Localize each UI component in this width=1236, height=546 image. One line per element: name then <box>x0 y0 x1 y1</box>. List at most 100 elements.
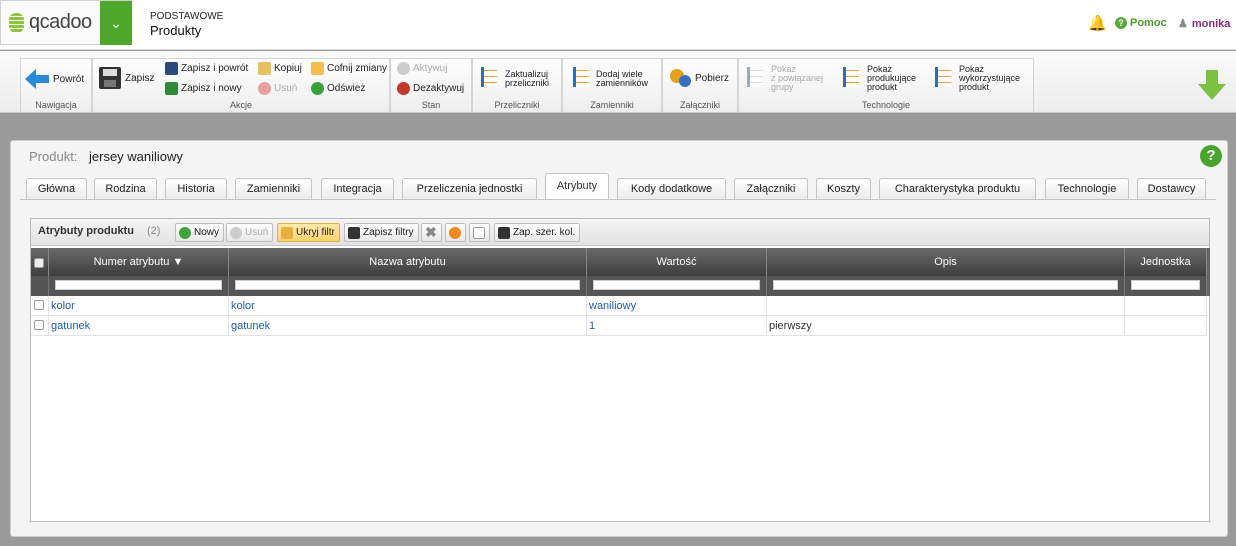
grid-title: Atrybuty produktu <box>38 225 134 237</box>
filter-cell <box>767 276 1125 296</box>
activate-button[interactable]: Aktywuj <box>397 62 447 75</box>
panel-title-value: jersey waniliowy <box>89 149 183 164</box>
filter-input-description[interactable] <box>773 280 1118 290</box>
table-cell[interactable]: gatunek <box>229 316 587 336</box>
refresh-button[interactable]: Odśwież <box>311 82 365 95</box>
add-substitutes-button[interactable]: Dodaj wiele zamienników <box>596 70 648 88</box>
gears-icon <box>670 69 691 87</box>
document-list-icon <box>481 67 497 87</box>
column-header-number[interactable]: Numer atrybutu ▼ <box>49 248 229 276</box>
show-using-button[interactable]: Pokaż wykorzystujące produkt <box>959 65 1020 92</box>
clear-filters-button[interactable]: ✖ <box>421 223 442 242</box>
save-and-new-button[interactable]: Zapisz i nowy <box>165 82 242 95</box>
table-cell[interactable]: gatunek <box>49 316 229 336</box>
show-group-button[interactable]: Pokaż z powiązanej grupy <box>771 65 823 92</box>
filter-cell <box>1125 276 1207 296</box>
user-icon: ♟ <box>1178 18 1188 30</box>
question-icon: ? <box>1115 17 1127 29</box>
column-header-value[interactable]: Wartość <box>587 248 767 276</box>
select-all-checkbox[interactable] <box>34 258 44 268</box>
tab-charakterystyka[interactable]: Charakterystyka produktu <box>879 178 1036 199</box>
tab-kody-dodatkowe[interactable]: Kody dodatkowe <box>617 178 726 199</box>
tab-zamienniki[interactable]: Zamienniki <box>235 178 312 199</box>
column-header-unit[interactable]: Jednostka <box>1125 248 1207 276</box>
group-label: Zamienniki <box>590 100 634 110</box>
new-button[interactable]: Nowy <box>175 223 225 242</box>
floppy-icon <box>498 226 510 239</box>
update-conversions-button[interactable]: Zaktualizuj przeliczniki <box>505 70 549 88</box>
filter-input-number[interactable] <box>55 280 222 290</box>
table-cell[interactable]: 1 <box>587 316 767 336</box>
row-checkbox[interactable] <box>34 300 44 310</box>
undo-icon <box>311 62 324 75</box>
column-header-name[interactable]: Nazwa atrybutu <box>229 248 587 276</box>
tab-zalaczniki[interactable]: Załączniki <box>734 178 808 199</box>
deactivate-button[interactable]: Dezaktywuj <box>397 82 464 95</box>
breadcrumb-section: PODSTAWOWE <box>150 11 224 22</box>
tab-integracja[interactable]: Integracja <box>321 178 394 199</box>
copy-button[interactable]: Kopiuj <box>258 62 302 75</box>
filter-input-unit[interactable] <box>1131 280 1200 290</box>
tab-dostawcy[interactable]: Dostawcy <box>1137 178 1206 199</box>
tab-koszty[interactable]: Koszty <box>816 178 871 199</box>
row-checkbox[interactable] <box>34 320 44 330</box>
delete-button[interactable]: Usuń <box>258 82 297 95</box>
chevron-down-icon: ⌄ <box>110 15 122 31</box>
group-label: Załączniki <box>679 100 720 110</box>
column-header-description[interactable]: Opis <box>767 248 1125 276</box>
tab-glowna[interactable]: Główna <box>26 178 87 199</box>
floppy-new-icon <box>165 82 178 95</box>
sort-desc-icon: ▼ <box>172 256 184 268</box>
show-producing-button[interactable]: Pokaż produkujące produkt <box>867 65 916 92</box>
save-widths-button[interactable]: Zap. szer. kol. <box>494 223 581 242</box>
arrow-down-icon[interactable] <box>1198 70 1226 100</box>
tab-divider <box>20 199 1216 200</box>
tab-rodzina[interactable]: Rodzina <box>94 178 157 199</box>
save-and-back-button[interactable]: Zapisz i powrót <box>165 62 248 75</box>
grid-scrollbar[interactable] <box>1207 248 1210 296</box>
delete-icon <box>258 82 271 95</box>
funnel-icon <box>281 226 293 239</box>
undo-button[interactable]: Cofnij zmiany <box>311 62 387 75</box>
group-label: Przeliczniki <box>494 100 540 110</box>
group-label: Technologie <box>861 100 911 110</box>
grid-delete-button[interactable]: Usuń <box>226 223 274 242</box>
tab-przeliczenia[interactable]: Przeliczenia jednostki <box>402 178 537 199</box>
filter-input-value[interactable] <box>593 280 760 290</box>
menu-toggle-button[interactable]: ⌄ <box>100 1 132 45</box>
hide-filter-button[interactable]: Ukryj filtr <box>277 223 340 242</box>
ribbon-group-attachments: Pobierz Załączniki <box>662 58 738 112</box>
user-menu[interactable]: ♟ monika <box>1178 17 1230 30</box>
filter-cell <box>31 276 49 296</box>
cancel-button[interactable] <box>445 223 466 242</box>
table-cell[interactable]: waniliowy <box>587 296 767 316</box>
help-link[interactable]: ? Pomoc <box>1115 17 1167 29</box>
table-cell[interactable]: kolor <box>49 296 229 316</box>
save-button[interactable]: Zapisz <box>99 67 154 89</box>
filter-input-name[interactable] <box>235 280 580 290</box>
group-label: Akcje <box>229 100 252 110</box>
no-entry-icon <box>449 226 461 239</box>
x-icon: ✖ <box>425 224 437 240</box>
table-cell <box>1125 296 1207 316</box>
group-label: Stan <box>421 100 441 110</box>
columns-button[interactable] <box>469 223 490 242</box>
plus-icon <box>179 226 191 239</box>
ribbon-toolbar: Powrót Nawigacja Zapisz Zapisz i powrót … <box>0 51 1236 113</box>
table-cell[interactable]: kolor <box>229 296 587 316</box>
copy-icon <box>258 62 271 75</box>
logo-text: qcadoo <box>29 11 92 33</box>
tab-technologie[interactable]: Technologie <box>1045 178 1129 199</box>
tab-atrybuty[interactable]: Atrybuty <box>545 173 609 200</box>
download-button[interactable]: Pobierz <box>669 68 729 88</box>
save-filters-button[interactable]: Zapisz filtry <box>344 223 419 242</box>
ribbon-group-substitutes: Dodaj wiele zamienników Zamienniki <box>562 58 662 112</box>
document-list-icon <box>573 67 589 87</box>
back-button[interactable]: Powrót <box>25 69 84 89</box>
ribbon-group-navigation: Powrót Nawigacja <box>20 58 92 112</box>
bell-icon[interactable]: 🔔 <box>1088 14 1107 32</box>
help-icon[interactable]: ? <box>1200 145 1222 167</box>
table-cell <box>1125 316 1207 336</box>
ribbon-group-actions: Zapisz Zapisz i powrót Zapisz i nowy Kop… <box>92 58 390 112</box>
tab-historia[interactable]: Historia <box>165 178 227 199</box>
